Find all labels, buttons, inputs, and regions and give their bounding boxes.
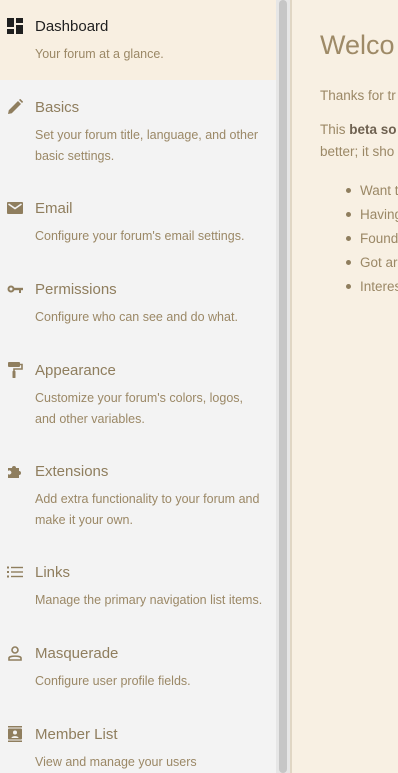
welcome-paragraph-2: This beta so	[320, 122, 397, 137]
sidebar-item-extensions[interactable]: Extensions Add extra functionality to yo…	[0, 444, 276, 545]
paragraph-2-prefix: This	[320, 122, 350, 137]
puzzle-piece-icon	[7, 463, 23, 479]
welcome-paragraph-1: Thanks for tr	[320, 88, 396, 103]
contact-card-icon	[7, 726, 23, 742]
sidebar-item-links[interactable]: Links Manage the primary navigation list…	[0, 545, 276, 626]
envelope-icon	[7, 200, 23, 216]
sidebar-item-desc: Configure who can see and do what.	[35, 310, 238, 324]
list-item: Having	[346, 206, 398, 230]
sidebar-item-title: Basics	[35, 99, 80, 116]
sidebar-item-desc: Customize your forum's colors, logos, an…	[35, 391, 244, 426]
sidebar-item-masquerade[interactable]: Masquerade Configure user profile fields…	[0, 626, 276, 707]
sidebar-item-title: Appearance	[35, 362, 116, 379]
sidebar-item-desc: View and manage your users	[35, 755, 197, 769]
user-icon	[7, 645, 23, 661]
list-item: Want t	[346, 182, 398, 206]
sidebar-item-title: Extensions	[35, 463, 109, 480]
sidebar-item-appearance[interactable]: Appearance Customize your forum's colors…	[0, 343, 276, 444]
sidebar-item-permissions[interactable]: Permissions Configure who can see and do…	[0, 262, 276, 343]
sidebar-item-email[interactable]: Email Configure your forum's email setti…	[0, 181, 276, 262]
sidebar-item-member-list[interactable]: Member List View and manage your users	[0, 707, 276, 772]
sidebar-item-desc: Configure user profile fields.	[35, 674, 191, 688]
pencil-icon	[7, 99, 23, 115]
sidebar-item-desc: Your forum at a glance.	[35, 47, 164, 61]
sidebar-item-title: Email	[35, 200, 73, 217]
sidebar-item-title: Masquerade	[35, 645, 119, 662]
welcome-bullet-list: Want t Having Found Got ar Interes	[346, 182, 398, 302]
sidebar-item-title: Dashboard	[35, 18, 109, 35]
sidebar-item-title: Member List	[35, 726, 118, 743]
list-item: Found	[346, 230, 398, 254]
key-icon	[7, 281, 23, 297]
sidebar-item-desc: Manage the primary navigation list items…	[35, 593, 263, 607]
sidebar-item-dashboard[interactable]: Dashboard Your forum at a glance.	[0, 0, 276, 80]
sidebar-item-title: Permissions	[35, 281, 117, 298]
list-item: Interes	[346, 278, 398, 302]
sidebar-item-title: Links	[35, 564, 71, 581]
sidebar-item-desc: Set your forum title, language, and othe…	[35, 128, 259, 163]
dashboard-content: Welco Thanks for tr This beta so better;…	[292, 0, 398, 773]
admin-sidebar: Dashboard Your forum at a glance. Basics…	[0, 0, 276, 773]
welcome-paragraph-3: better; it sho	[320, 144, 395, 159]
dashboard-icon	[7, 18, 23, 34]
beta-software-text: beta so	[349, 122, 397, 137]
list-item: Got ar	[346, 254, 398, 278]
list-icon	[7, 564, 23, 580]
sidebar-item-desc: Add extra functionality to your forum an…	[35, 492, 260, 527]
paint-roller-icon	[7, 362, 23, 378]
sidebar-item-basics[interactable]: Basics Set your forum title, language, a…	[0, 80, 276, 181]
sidebar-item-desc: Configure your forum's email settings.	[35, 229, 245, 243]
welcome-title: Welco	[320, 30, 395, 60]
sidebar-scrollbar-thumb[interactable]	[279, 0, 287, 773]
